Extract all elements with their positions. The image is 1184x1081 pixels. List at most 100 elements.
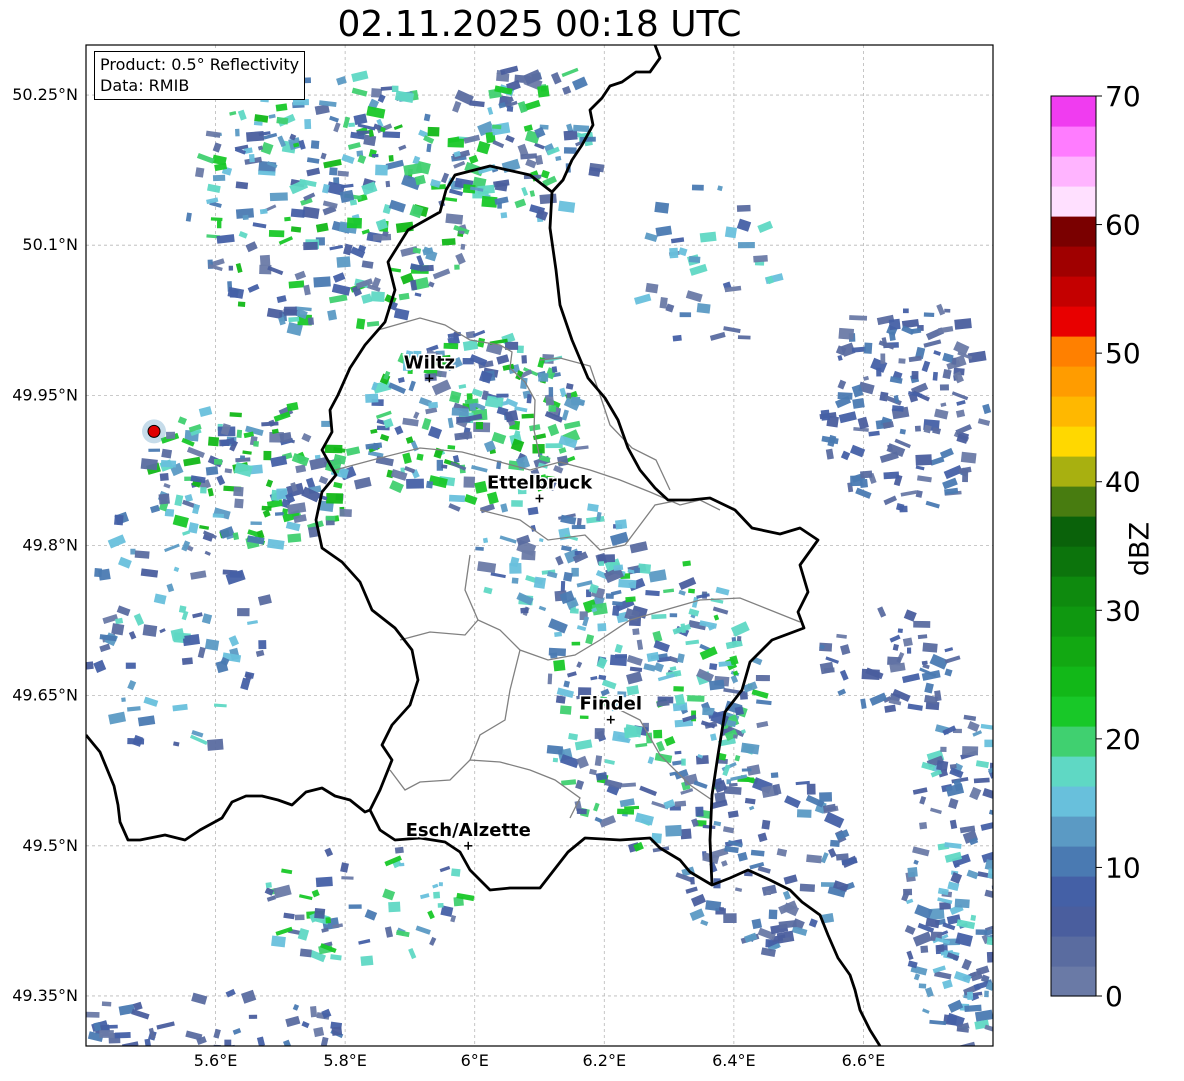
echo-cell — [566, 392, 572, 398]
echo-cell — [114, 514, 124, 526]
echo-cell — [975, 929, 988, 935]
echo-cell — [548, 405, 557, 412]
echo-cell — [121, 697, 126, 702]
echo-cell — [253, 121, 263, 126]
echo-cell — [699, 231, 717, 243]
echo-cell — [240, 455, 245, 459]
echo-cell — [1008, 966, 1019, 974]
echo-cell — [899, 505, 908, 513]
echo-cell — [741, 768, 752, 772]
echo-cell — [571, 641, 581, 646]
echo-cell — [416, 453, 424, 461]
echo-cell — [863, 342, 873, 354]
echo-cell — [906, 647, 912, 654]
echo-cell — [310, 1005, 318, 1018]
echo-cell — [973, 777, 990, 784]
echo-cell — [553, 659, 566, 672]
echo-cell — [782, 937, 791, 942]
echo-cell — [883, 471, 900, 480]
echo-cell — [233, 486, 244, 497]
city-label: Findel — [579, 694, 642, 715]
colorbar-swatch — [1051, 246, 1096, 277]
echo-cell — [419, 264, 434, 272]
lon-tick-label: 6.4°E — [712, 1051, 756, 1070]
echo-cell — [546, 744, 564, 755]
echo-cell — [325, 917, 331, 924]
echo-cell — [382, 131, 401, 139]
echo-cell — [310, 140, 320, 149]
echo-cell — [348, 122, 355, 127]
echo-cell — [751, 918, 763, 930]
colorbar-swatch — [1051, 936, 1096, 967]
echo-cell — [506, 105, 514, 112]
city-label: Wiltz — [404, 352, 455, 373]
echo-cell — [966, 991, 974, 1000]
echo-cell — [736, 204, 751, 212]
colorbar-swatch — [1051, 696, 1096, 727]
echo-cell — [279, 432, 292, 443]
echo-cell — [605, 593, 614, 599]
echo-cell — [1011, 897, 1021, 905]
echo-cell — [806, 854, 822, 864]
echo-cell — [962, 746, 979, 756]
radar-map-figure: 5.6°E 5.8°E 6°E 6.2°E 6.4°E 6.6°E 49.35°N 49.5°… — [12, 44, 1141, 1070]
echo-cell — [954, 898, 970, 909]
echo-cell — [1005, 949, 1014, 955]
city-label: Esch/Alzette — [406, 820, 531, 841]
echo-cell — [719, 906, 725, 911]
echo-cell — [994, 981, 999, 986]
echo-cell — [248, 153, 255, 163]
echo-cell — [274, 511, 284, 516]
echo-cell — [460, 243, 466, 250]
echo-cell — [448, 494, 466, 503]
echo-cell — [207, 436, 220, 447]
echo-cell — [932, 371, 938, 381]
echo-cell — [166, 431, 176, 439]
echo-cell — [736, 636, 742, 642]
echo-cell — [914, 425, 921, 432]
echo-cell — [235, 181, 249, 190]
echo-cell — [284, 306, 297, 316]
echo-cell — [125, 662, 136, 669]
echo-cell — [830, 839, 840, 847]
echo-cell — [94, 568, 103, 578]
colorbar-swatch — [1051, 876, 1096, 907]
echo-cell — [733, 734, 738, 739]
echo-cell — [294, 914, 305, 921]
echo-cell — [705, 900, 722, 912]
colorbar-swatch — [1051, 366, 1096, 397]
echo-cell — [1012, 827, 1030, 839]
echo-cell — [140, 458, 158, 471]
echo-cell — [161, 448, 173, 459]
echo-cell — [290, 226, 302, 233]
echo-cell — [538, 372, 549, 382]
echo-cell — [571, 524, 586, 530]
echo-cell — [200, 487, 207, 494]
echo-cell — [898, 358, 906, 364]
lon-tick-label: 6.6°E — [842, 1051, 886, 1070]
echo-cell — [915, 454, 932, 466]
echo-cell — [268, 229, 285, 238]
echo-cell — [768, 909, 778, 920]
echo-cell — [645, 589, 660, 597]
echo-cell — [99, 1030, 114, 1038]
echo-cell — [248, 1014, 258, 1019]
echo-cell — [970, 914, 977, 921]
echo-cell — [708, 679, 725, 691]
echo-cell — [447, 445, 456, 450]
echo-cell — [276, 488, 288, 500]
echo-cell — [236, 429, 243, 438]
lon-tick-label: 5.8°E — [323, 1051, 367, 1070]
echo-cell — [820, 409, 831, 421]
echo-cell — [321, 420, 331, 427]
echo-cell — [695, 806, 704, 817]
echo-cell — [394, 846, 404, 854]
echo-cell — [521, 413, 534, 419]
colorbar-swatch — [1051, 786, 1096, 817]
echo-cell — [770, 772, 779, 779]
colorbar-tick-label: 60 — [1105, 209, 1141, 242]
colorbar-tick-label: 70 — [1105, 80, 1141, 113]
echo-cell — [597, 623, 607, 632]
echo-cell — [999, 863, 1007, 872]
echo-cell — [687, 695, 705, 702]
